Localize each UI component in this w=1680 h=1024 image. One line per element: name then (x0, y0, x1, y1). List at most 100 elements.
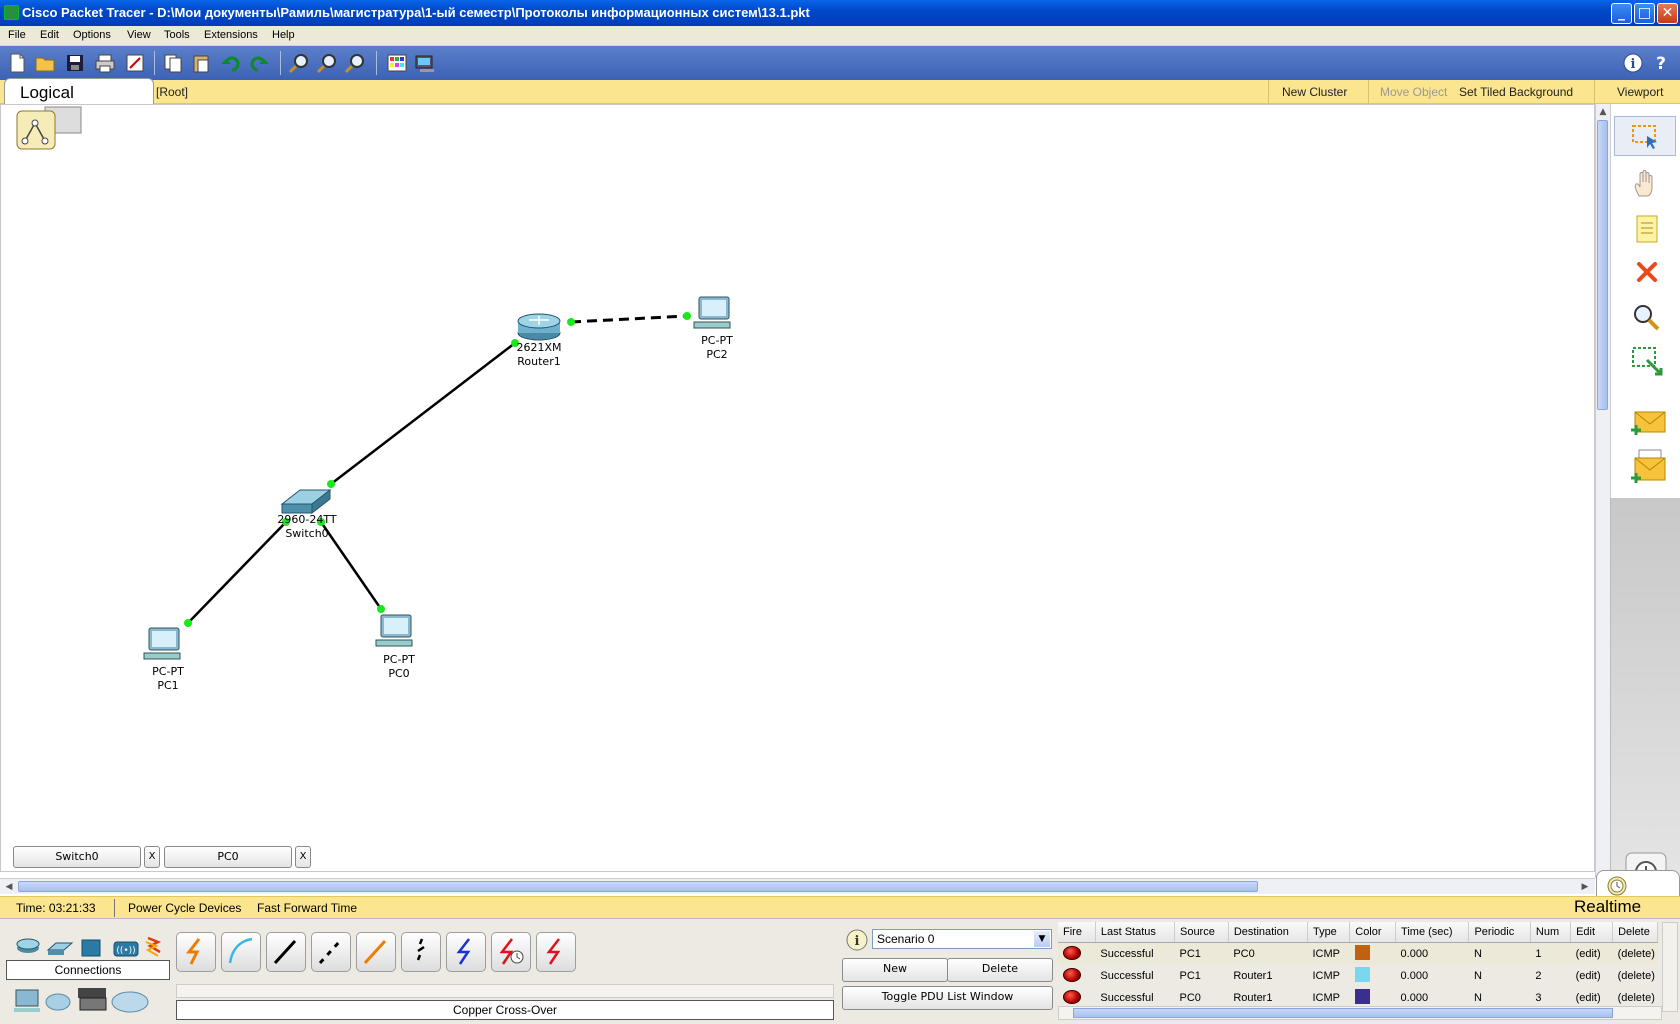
undo-icon[interactable] (220, 52, 242, 74)
chevron-down-icon[interactable]: ▼ (1034, 931, 1050, 947)
pdu-edit-link[interactable]: (edit) (1571, 965, 1613, 987)
scroll-up-icon[interactable]: ▲ (1596, 105, 1610, 119)
link-switch0-pc1[interactable] (187, 521, 287, 624)
power-cycle-devices-button[interactable]: Power Cycle Devices (128, 901, 241, 915)
maximize-button[interactable]: □ (1634, 3, 1655, 24)
automatic-connection-button[interactable] (176, 932, 216, 972)
menu-help[interactable]: Help (272, 29, 295, 41)
delete-icon[interactable] (1635, 260, 1659, 284)
scenario-select[interactable]: Scenario 0 ▼ (872, 929, 1052, 949)
pdu-row[interactable]: Successful PC1 PC0 ICMP 0.000 N 1 (edit)… (1058, 942, 1658, 966)
custom-made-devices-category-icon[interactable] (78, 988, 107, 1011)
close-window-switch0[interactable]: X (144, 846, 160, 868)
serial-dce-button[interactable] (491, 932, 531, 972)
pdu-delete-link[interactable]: (delete) (1613, 943, 1658, 966)
inspect-icon[interactable] (1631, 302, 1661, 332)
menu-edit[interactable]: Edit (40, 29, 59, 41)
pdu-list-vertical-scrollbar[interactable] (1662, 922, 1678, 1012)
logical-workspace-canvas[interactable]: 2621XM Router1 PC-PT PC2 2960-24TT Switc… (0, 104, 1595, 872)
note-icon[interactable] (1633, 214, 1661, 244)
connections-category-icon[interactable] (145, 936, 162, 957)
fire-icon[interactable] (1063, 967, 1081, 982)
scroll-right-icon[interactable]: ▶ (1578, 880, 1592, 894)
cluster-navigation-icon[interactable] (16, 106, 82, 150)
new-file-icon[interactable] (6, 52, 28, 74)
fire-icon[interactable] (1063, 989, 1081, 1004)
copper-cross-over-button[interactable] (311, 932, 351, 972)
save-icon[interactable] (64, 52, 86, 74)
set-tiled-background-button[interactable]: Set Tiled Background (1459, 85, 1573, 99)
pdu-list-horizontal-scrollbar[interactable] (1058, 1006, 1662, 1020)
close-button[interactable]: ✕ (1657, 3, 1678, 24)
wan-emulation-category-icon[interactable] (45, 993, 71, 1011)
open-folder-icon[interactable] (34, 52, 56, 74)
minimize-button[interactable]: _ (1611, 3, 1632, 24)
pdu-row[interactable]: Successful PC1 Router1 ICMP 0.000 N 2 (e… (1058, 965, 1658, 987)
pdu-list-scroll-thumb[interactable] (1073, 1008, 1613, 1018)
link-switch0-pc0[interactable] (319, 521, 383, 610)
menu-options[interactable]: Options (73, 29, 111, 41)
delete-scenario-button[interactable]: Delete (947, 958, 1053, 982)
menu-file[interactable]: File (8, 29, 26, 41)
console-cable-button[interactable] (221, 932, 261, 972)
logical-tab[interactable]: Logical (4, 78, 154, 106)
coaxial-button[interactable] (446, 932, 486, 972)
hubs-category-icon[interactable] (81, 939, 101, 957)
resize-shape-icon[interactable] (1631, 346, 1665, 378)
pdu-edit-link[interactable]: (edit) (1571, 943, 1613, 966)
link-router1-pc2[interactable] (570, 314, 688, 324)
palette-icon[interactable] (386, 52, 408, 74)
zoom-out-icon[interactable] (344, 52, 366, 74)
routers-category-icon[interactable] (16, 938, 40, 953)
copper-straight-through-button[interactable] (266, 932, 306, 972)
copy-icon[interactable] (162, 52, 184, 74)
zoom-reset-icon[interactable] (316, 52, 338, 74)
horizontal-scroll-thumb[interactable] (18, 881, 1258, 892)
router1-device[interactable] (517, 313, 561, 341)
add-simple-pdu-icon[interactable] (1629, 408, 1667, 438)
switch0-device[interactable] (280, 488, 332, 515)
fast-forward-time-button[interactable]: Fast Forward Time (257, 901, 357, 915)
info-icon[interactable]: i (1622, 52, 1644, 74)
wireless-category-icon[interactable]: ((•)) (113, 941, 139, 957)
multiuser-connection-category-icon[interactable] (111, 991, 149, 1013)
paste-icon[interactable] (190, 52, 212, 74)
pdu-delete-link[interactable]: (delete) (1613, 965, 1658, 987)
custom-device-icon[interactable] (414, 52, 436, 74)
pc0-device[interactable] (375, 614, 413, 647)
toggle-pdu-list-button[interactable]: Toggle PDU List Window (842, 986, 1053, 1010)
add-complex-pdu-icon[interactable] (1629, 448, 1667, 486)
menu-tools[interactable]: Tools (164, 29, 190, 41)
vertical-scroll-thumb[interactable] (1597, 120, 1608, 410)
horizontal-scrollbar[interactable]: ◀ ▶ (0, 878, 1595, 894)
link-router1-switch0[interactable] (330, 342, 516, 485)
pc1-device[interactable] (143, 627, 181, 660)
pc2-device[interactable] (693, 296, 731, 329)
move-hand-icon[interactable] (1631, 168, 1661, 198)
open-window-pc0[interactable]: PC0 (164, 846, 292, 868)
zoom-in-icon[interactable] (288, 52, 310, 74)
move-object-button[interactable]: Move Object (1380, 85, 1447, 99)
redo-icon[interactable] (248, 52, 270, 74)
fiber-button[interactable] (356, 932, 396, 972)
help-icon[interactable]: ? (1650, 52, 1672, 74)
viewport-button[interactable]: Viewport (1617, 85, 1663, 99)
phone-cable-button[interactable] (401, 932, 441, 972)
connection-list-scrollbar[interactable] (176, 984, 834, 998)
close-window-pc0[interactable]: X (295, 846, 311, 868)
end-devices-category-icon[interactable] (14, 989, 40, 1012)
switches-category-icon[interactable] (46, 942, 74, 955)
print-icon[interactable] (94, 52, 116, 74)
menu-extensions[interactable]: Extensions (204, 29, 258, 41)
select-icon[interactable] (1631, 122, 1661, 152)
scroll-left-icon[interactable]: ◀ (2, 880, 16, 894)
scenario-info-icon[interactable]: i (845, 928, 869, 952)
new-scenario-button[interactable]: New (842, 958, 948, 982)
vertical-scrollbar[interactable]: ▲ (1595, 104, 1610, 878)
menu-view[interactable]: View (127, 29, 151, 41)
new-cluster-button[interactable]: New Cluster (1282, 85, 1347, 99)
serial-dte-button[interactable] (536, 932, 576, 972)
open-window-switch0[interactable]: Switch0 (13, 846, 141, 868)
fire-icon[interactable] (1063, 945, 1081, 960)
activity-wizard-icon[interactable] (124, 52, 146, 74)
